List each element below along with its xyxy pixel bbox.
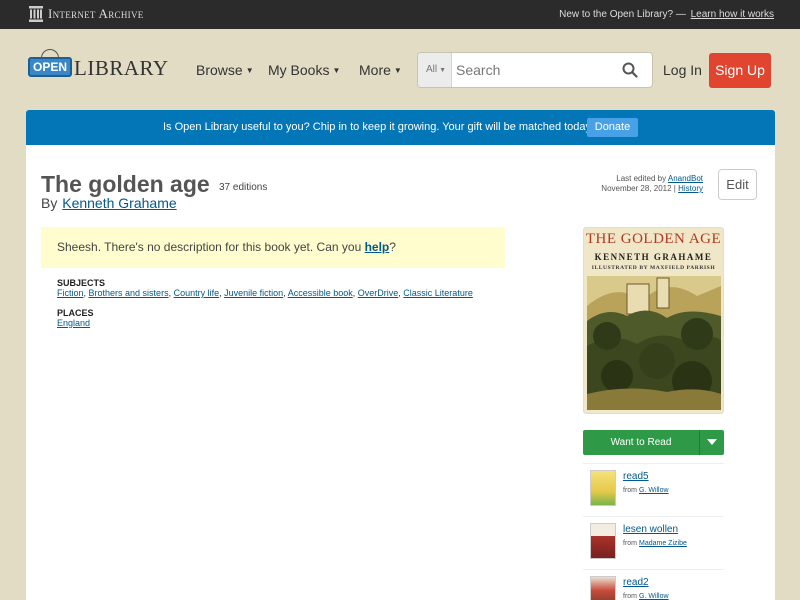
- subject-link[interactable]: Juvenile fiction: [224, 288, 283, 298]
- list-item: lesen wollen from Madame Zizibe: [583, 516, 724, 566]
- description-end: ?: [389, 240, 396, 254]
- list-owner-link[interactable]: Madame Zizibe: [639, 540, 687, 547]
- caret-down-icon: ▼: [439, 67, 447, 74]
- ia-logo-text: Internet Archive: [48, 6, 144, 21]
- book-cover[interactable]: THE GOLDEN AGE KENNETH GRAHAME ILLUSTRAT…: [583, 227, 724, 414]
- list-owner: from G. Willow: [623, 593, 669, 600]
- last-edited-info: Last edited by AnandBot November 28, 201…: [601, 174, 703, 194]
- cover-illustration-image: [587, 276, 721, 410]
- want-to-read-button[interactable]: Want to Read: [583, 430, 724, 455]
- list-owner: from Madame Zizibe: [623, 540, 687, 547]
- learn-how-link[interactable]: Learn how it works: [691, 9, 774, 20]
- book-title: The golden age: [41, 171, 210, 197]
- list-owner-link[interactable]: G. Willow: [639, 487, 669, 494]
- subject-link[interactable]: Country life: [174, 288, 220, 298]
- search-scope-select[interactable]: All ▼: [418, 53, 452, 87]
- list-owner: from G. Willow: [623, 487, 669, 494]
- login-link[interactable]: Log In: [663, 62, 702, 78]
- author-byline: By Kenneth Grahame: [41, 195, 177, 211]
- search-input[interactable]: [456, 59, 606, 81]
- ia-top-bar: Internet Archive New to the Open Library…: [0, 0, 800, 29]
- description-box: Sheesh. There's no description for this …: [41, 227, 505, 268]
- site-header: OPEN LIBRARY Browse ▼ My Books ▼ More ▼ All…: [0, 29, 800, 109]
- last-edited-date: November 28, 2012 |: [601, 184, 676, 193]
- subject-link[interactable]: Accessible book: [288, 288, 353, 298]
- cover-illustrator: ILLUSTRATED BY MAXFIELD PARRISH: [591, 265, 716, 271]
- ia-new-user-prompt: New to the Open Library? — Learn how it …: [559, 9, 774, 20]
- nav-my-books[interactable]: My Books ▼: [268, 62, 340, 78]
- content-panel: Is Open Library useful to you? Chip in t…: [26, 110, 775, 600]
- history-link[interactable]: History: [678, 184, 703, 193]
- by-label: By: [41, 195, 58, 211]
- list-name-link[interactable]: lesen wollen: [623, 524, 678, 535]
- description-text: Sheesh. There's no description for this …: [57, 240, 362, 254]
- caret-down-icon: ▼: [245, 66, 254, 75]
- subjects-heading: Subjects: [57, 278, 106, 288]
- signup-button[interactable]: Sign Up: [709, 53, 771, 88]
- subjects-list: Fiction, Brothers and sisters, Country l…: [57, 288, 473, 298]
- search-icon[interactable]: [622, 62, 638, 83]
- places-section: Places England: [57, 308, 94, 328]
- subjects-section: Subjects Fiction, Brothers and sisters, …: [57, 278, 473, 298]
- lists-section: read5 from G. Willow lesen wollen from Mad…: [583, 460, 724, 600]
- author-link[interactable]: Kenneth Grahame: [62, 195, 176, 211]
- caret-down-icon: ▼: [393, 66, 402, 75]
- logo-wordmark: LIBRARY: [74, 56, 169, 80]
- list-item: read2 from G. Willow: [583, 569, 724, 600]
- nav-more[interactable]: More ▼: [359, 62, 402, 78]
- open-sign-icon: OPEN: [28, 49, 72, 79]
- editions-count: 37 editions: [219, 182, 268, 193]
- list-name-link[interactable]: read5: [623, 471, 649, 482]
- subject-link[interactable]: Brothers and sisters: [89, 288, 169, 298]
- donate-button[interactable]: Donate: [587, 118, 638, 137]
- nav-browse[interactable]: Browse ▼: [196, 62, 254, 78]
- donate-banner: Is Open Library useful to you? Chip in t…: [26, 110, 775, 145]
- cover-author: KENNETH GRAHAME: [594, 252, 713, 262]
- list-thumbnail-image[interactable]: [590, 470, 616, 506]
- want-to-read-label: Want to Read: [610, 437, 672, 448]
- search-bar: All ▼: [417, 52, 653, 88]
- subject-link[interactable]: Fiction: [57, 288, 84, 298]
- place-link[interactable]: England: [57, 318, 90, 328]
- edit-button[interactable]: Edit: [718, 169, 757, 200]
- list-name-link[interactable]: read2: [623, 577, 649, 588]
- places-list: England: [57, 318, 94, 328]
- subject-link[interactable]: Classic Literature: [403, 288, 473, 298]
- caret-down-icon: ▼: [332, 66, 341, 75]
- list-thumbnail-image[interactable]: [590, 576, 616, 600]
- last-edited-user-link[interactable]: AnandBot: [668, 174, 703, 183]
- list-thumbnail-image[interactable]: [590, 523, 616, 559]
- want-to-read-dropdown-icon[interactable]: [699, 430, 724, 455]
- last-edited-label: Last edited by: [616, 174, 667, 183]
- places-heading: Places: [57, 308, 94, 318]
- archive-building-icon: [29, 6, 43, 22]
- ia-prompt-text: New to the Open Library? —: [559, 9, 686, 20]
- ia-logo[interactable]: Internet Archive: [29, 6, 144, 22]
- list-item: read5 from G. Willow: [583, 463, 724, 513]
- cover-title: THE GOLDEN AGE: [585, 231, 722, 247]
- description-help-link[interactable]: help: [365, 240, 390, 254]
- open-library-logo[interactable]: OPEN LIBRARY: [28, 49, 169, 79]
- donate-message: Is Open Library useful to you? Chip in t…: [163, 121, 595, 133]
- list-owner-link[interactable]: G. Willow: [639, 593, 669, 600]
- subject-link[interactable]: OverDrive: [358, 288, 399, 298]
